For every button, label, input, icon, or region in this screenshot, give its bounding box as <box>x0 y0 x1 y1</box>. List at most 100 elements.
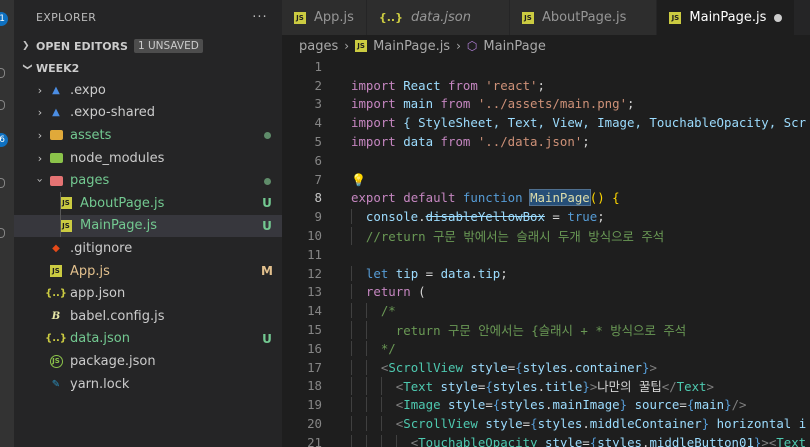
js-icon: JS <box>669 11 682 24</box>
line-number: 6 <box>314 152 322 168</box>
tab-bar: JS App.js {..} data.json JS AboutPage.js… <box>282 0 810 35</box>
debug-icon[interactable] <box>0 178 5 188</box>
tab-app-js[interactable]: JS App.js <box>282 0 367 35</box>
line-number: 14 <box>307 303 322 319</box>
folder-icon <box>48 128 64 142</box>
chevron-down-icon: › <box>33 178 47 183</box>
code-line[interactable]: <Text style={styles.title}>나만의 꿀팁</Text> <box>322 376 714 395</box>
more-actions-icon[interactable]: ··· <box>248 10 272 25</box>
line-number: 1 <box>314 58 322 74</box>
git-icon: ◆ <box>52 242 60 254</box>
line-number: 18 <box>307 378 322 394</box>
tree-item-label: assets <box>70 127 112 143</box>
code-line[interactable]: export default function MainPage() { <box>322 189 620 207</box>
expo-icon: ▲ <box>52 107 60 119</box>
tree-item-aboutpage[interactable]: JS AboutPage.js U <box>14 191 282 215</box>
tab-label: AboutPage.js <box>541 10 627 25</box>
status-badge: U <box>262 331 272 346</box>
tree-item-expo-shared[interactable]: › ▲ .expo-shared <box>14 102 282 125</box>
search-icon[interactable] <box>0 68 5 78</box>
code-line[interactable]: return ( <box>322 284 426 300</box>
breadcrumb-file[interactable]: MainPage.js <box>373 39 450 54</box>
yarn-icon: ✎ <box>51 378 61 390</box>
json-icon: {..} <box>378 11 403 24</box>
tree-item-pages[interactable]: › pages <box>14 169 282 192</box>
chevron-right-icon: › <box>37 151 43 165</box>
breadcrumb-symbol[interactable]: MainPage <box>483 39 546 54</box>
tree-item-assets[interactable]: › assets <box>14 124 282 147</box>
status-badge: U <box>262 196 272 211</box>
folder-icon <box>48 151 64 165</box>
code-line[interactable]: import main from '../assets/main.png'; <box>322 96 635 111</box>
tree-item-app-json[interactable]: {..} app.json <box>14 282 282 305</box>
code-line[interactable]: */ <box>322 340 396 356</box>
tab-mainpage[interactable]: JS MainPage.js <box>657 0 796 35</box>
tab-data-json[interactable]: {..} data.json <box>366 0 510 35</box>
code-line[interactable]: let tip = data.tip; <box>322 265 508 281</box>
line-number: 4 <box>314 115 322 131</box>
code-line[interactable]: <Image style={styles.mainImage} source={… <box>322 397 747 413</box>
tree-item-label: node_modules <box>70 150 165 166</box>
source-control-icon[interactable] <box>0 100 5 110</box>
tree-item-label: package.json <box>70 353 156 369</box>
tree-item-data-json[interactable]: {..} data.json U <box>14 328 282 351</box>
tree-item-label: .expo-shared <box>70 105 156 121</box>
chevron-right-icon: › <box>37 83 43 97</box>
tree-item-package-json[interactable]: JS package.json <box>14 350 282 373</box>
workspace-section[interactable]: ❯ WEEK2 <box>14 57 282 79</box>
line-number: 2 <box>314 77 322 93</box>
code-line[interactable]: <ScrollView style={styles.container}> <box>322 359 657 375</box>
code-line[interactable]: <TouchableOpacity style={styles.middleBu… <box>322 434 806 447</box>
code-line[interactable]: //return 구문 밖에서는 슬래시 두개 방식으로 주석 <box>322 226 664 245</box>
tree-item-node-modules[interactable]: › node_modules <box>14 147 282 170</box>
tree-item-label: data.json <box>70 331 130 347</box>
breadcrumb-folder[interactable]: pages <box>299 39 338 54</box>
open-editors-section[interactable]: ❯ OPEN EDITORS 1 UNSAVED <box>14 35 282 57</box>
explorer-badge[interactable]: 1 <box>0 12 8 26</box>
source-control-badge[interactable]: 6 <box>0 133 8 147</box>
code-line[interactable]: return 구문 안에서는 {슬래시 + * 방식으로 주석 <box>322 320 686 339</box>
code-area[interactable]: 1 2 import React from 'react'; 3 import ma… <box>282 57 810 447</box>
chevron-right-icon: › <box>456 39 461 53</box>
code-line[interactable]: import data from '../data.json'; <box>322 134 590 149</box>
line-number: 20 <box>307 416 322 432</box>
line-number: 13 <box>307 284 322 300</box>
explorer-sidebar: EXPLORER ··· ❯ OPEN EDITORS 1 UNSAVED ❯ … <box>14 0 282 447</box>
status-badge: U <box>262 218 272 233</box>
lightbulb-icon[interactable]: 💡 <box>351 173 366 187</box>
tree-item-gitignore[interactable]: ◆ .gitignore <box>14 237 282 260</box>
js-icon: JS <box>521 11 534 24</box>
extensions-icon[interactable] <box>0 228 5 238</box>
expo-icon: ▲ <box>52 84 60 96</box>
code-line[interactable]: /* <box>322 303 396 319</box>
line-number: 17 <box>307 359 322 375</box>
code-line[interactable]: import { StyleSheet, Text, View, Image, … <box>322 115 806 130</box>
line-number: 9 <box>314 209 322 225</box>
explorer-title: EXPLORER <box>36 11 97 24</box>
tab-aboutpage[interactable]: JS AboutPage.js <box>509 0 658 35</box>
unsaved-dot-icon[interactable] <box>774 13 783 22</box>
chevron-right-icon: › <box>37 128 43 142</box>
tree-item-babel-config[interactable]: B babel.config.js <box>14 305 282 328</box>
code-line[interactable]: import React from 'react'; <box>322 78 545 93</box>
chevron-right-icon: › <box>344 39 350 53</box>
line-number: 12 <box>307 265 322 281</box>
tree-item-mainpage[interactable]: JS MainPage.js U <box>14 214 282 238</box>
code-line[interactable]: <ScrollView style={styles.middleContaine… <box>322 416 806 432</box>
babel-icon: B <box>51 310 61 322</box>
tree-item-label: app.json <box>70 286 126 302</box>
js-icon: JS <box>48 264 64 278</box>
line-number: 7 <box>314 171 322 187</box>
code-line[interactable]: console.disableYellowBox = true; <box>322 209 605 225</box>
tree-item-app-js[interactable]: JS App.js M <box>14 260 282 283</box>
editor: JS App.js {..} data.json JS AboutPage.js… <box>282 0 810 447</box>
tab-label: data.json <box>410 10 471 25</box>
chevron-right-icon: ❯ <box>22 41 30 51</box>
tree-item-label: MainPage.js <box>80 218 158 234</box>
tree-item-expo[interactable]: › ▲ .expo <box>14 79 282 102</box>
line-number: 15 <box>307 322 322 338</box>
json-icon: {..} <box>45 333 67 345</box>
js-icon: JS <box>294 11 306 24</box>
tree-item-yarn-lock[interactable]: ✎ yarn.lock <box>14 373 282 396</box>
line-number: 19 <box>307 397 322 413</box>
